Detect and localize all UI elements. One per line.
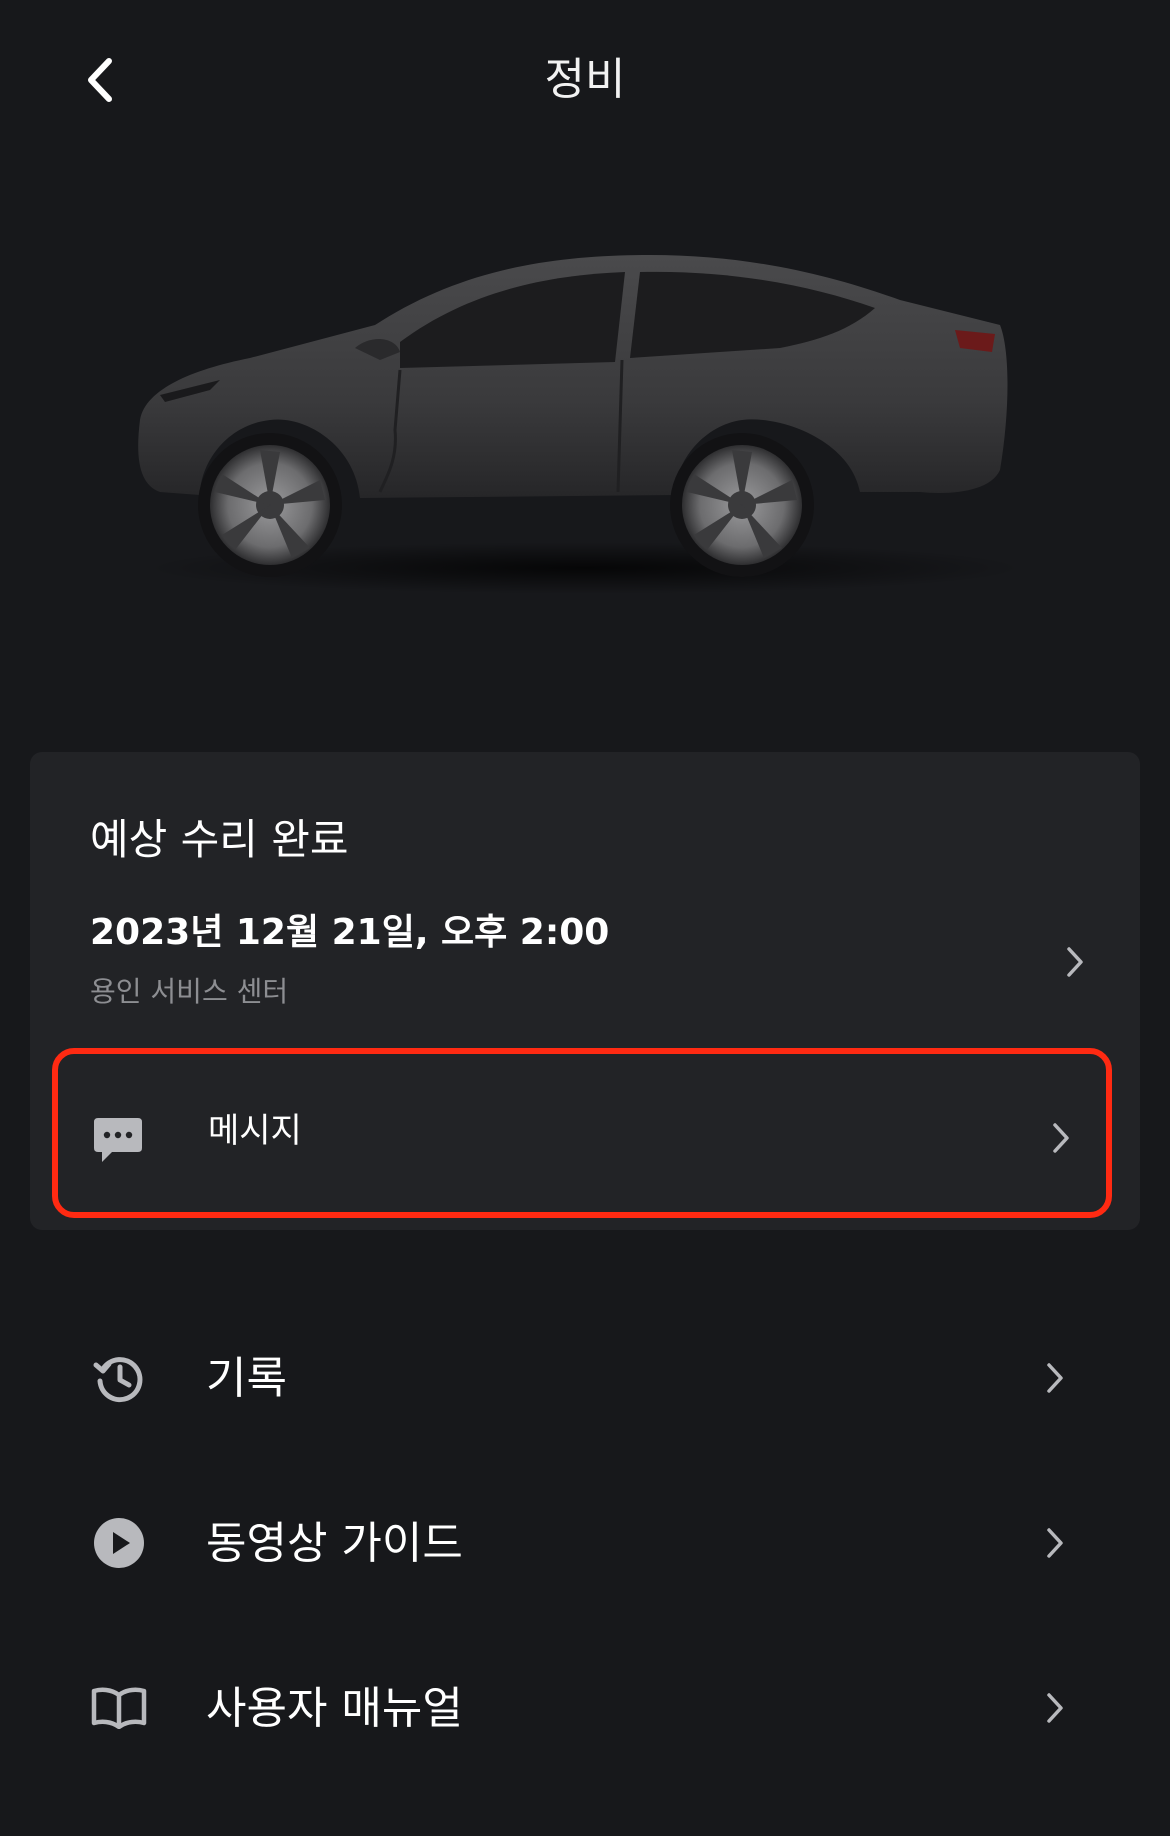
chevron-right-icon <box>1040 1523 1070 1563</box>
menu-label: 동영상 가이드 <box>206 1518 463 1569</box>
message-label: 메시지 <box>208 1111 302 1151</box>
page-title: 정비 <box>544 54 626 105</box>
menu-item-user-manual[interactable]: 사용자 매뉴얼 <box>0 1648 1170 1768</box>
appointment-date: 2023년 12월 21일, 오후 2:00 <box>90 912 610 953</box>
chevron-right-icon <box>1060 942 1090 982</box>
menu-item-video-guide[interactable]: 동영상 가이드 <box>0 1483 1170 1603</box>
chat-bubble-icon <box>92 1114 144 1166</box>
chevron-right-icon <box>1040 1358 1070 1398</box>
header: 정비 <box>0 0 1170 160</box>
appointment-row[interactable]: 2023년 12월 21일, 오후 2:00 용인 서비스 센터 <box>30 902 1140 1022</box>
chevron-right-icon <box>1046 1118 1076 1158</box>
message-button[interactable]: 메시지 <box>52 1048 1112 1218</box>
play-circle-icon <box>88 1513 150 1573</box>
card-heading: 예상 수리 완료 <box>90 815 349 864</box>
chevron-right-icon <box>1040 1688 1070 1728</box>
service-center-name: 용인 서비스 센터 <box>90 975 289 1008</box>
service-appointment-card: 예상 수리 완료 2023년 12월 21일, 오후 2:00 용인 서비스 센… <box>30 752 1140 1230</box>
menu-item-history[interactable]: 기록 <box>0 1318 1170 1438</box>
car-image <box>130 230 1040 600</box>
book-icon <box>88 1678 150 1738</box>
history-icon <box>88 1348 150 1408</box>
menu-label: 사용자 매뉴얼 <box>206 1683 463 1734</box>
menu-label: 기록 <box>206 1353 287 1404</box>
